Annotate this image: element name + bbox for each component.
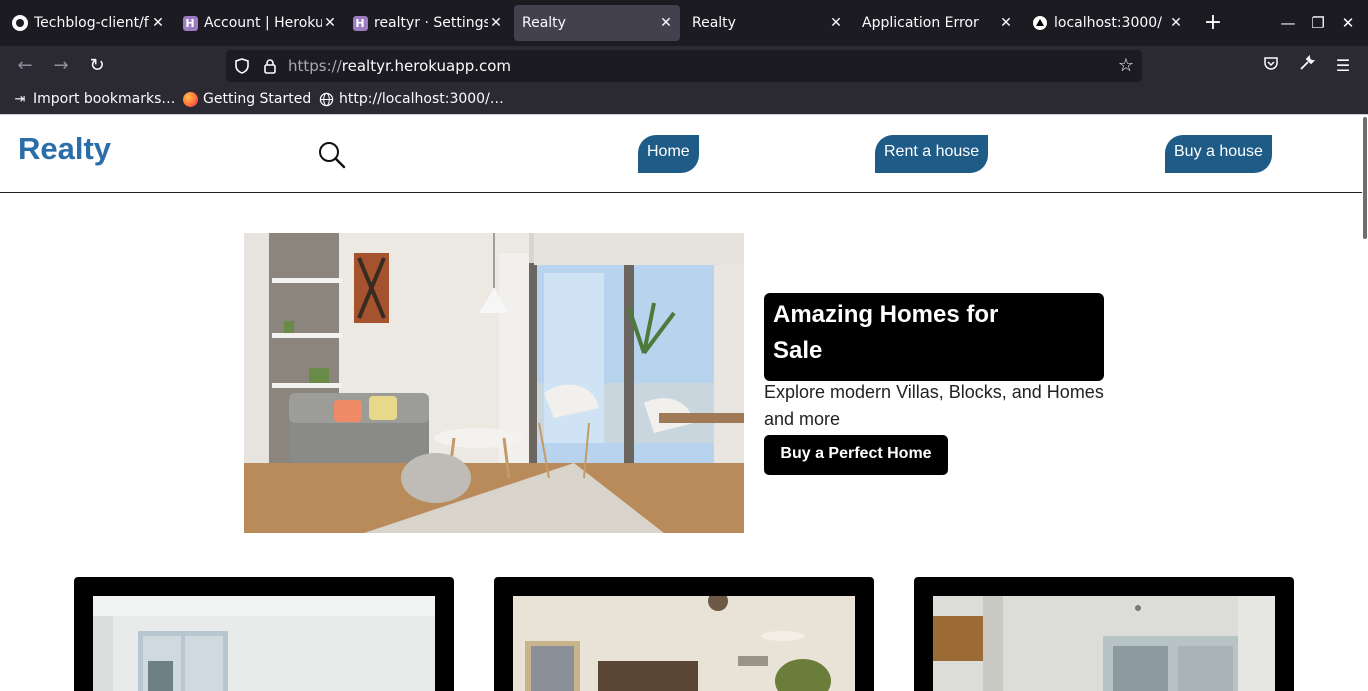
nav-home[interactable]: Home xyxy=(638,135,699,173)
hamburger-menu-icon[interactable]: ☰ xyxy=(1330,53,1356,79)
tab-heroku-settings[interactable]: H realtyr · Settings ✕ xyxy=(344,5,510,41)
hero-title: Amazing Homes for Sale xyxy=(764,293,1104,381)
wrench-icon[interactable] xyxy=(1294,53,1320,79)
bookmark-label: Import bookmarks… xyxy=(33,91,176,107)
close-window-icon[interactable]: ✕ xyxy=(1335,10,1361,36)
nav-rent-a-house[interactable]: Rent a house xyxy=(875,135,989,173)
url-bar[interactable]: https://realtyr.herokuapp.com ☆ xyxy=(226,50,1142,82)
bookmarks-toolbar: ⇥ Import bookmarks… Getting Started http… xyxy=(0,86,1368,114)
tab-title: realtyr · Settings xyxy=(374,15,488,31)
scrollbar-thumb[interactable] xyxy=(1363,117,1367,239)
pocket-icon[interactable] xyxy=(1258,53,1284,79)
tab-localhost[interactable]: localhost:3000/ ✕ xyxy=(1024,5,1190,41)
property-photo xyxy=(513,596,855,691)
close-tab-icon[interactable]: ✕ xyxy=(998,15,1014,31)
import-icon: ⇥ xyxy=(14,91,26,107)
close-tab-icon[interactable]: ✕ xyxy=(828,15,844,31)
tab-heroku-account[interactable]: H Account | Heroku ✕ xyxy=(174,5,344,41)
tab-realty-active[interactable]: Realty ✕ xyxy=(514,5,680,41)
tab-title: Techblog-client/f xyxy=(34,15,149,31)
hero-subtitle: Explore modern Villas, Blocks, and Homes… xyxy=(764,382,1104,429)
bookmark-star-icon[interactable]: ☆ xyxy=(1118,55,1134,76)
restore-icon[interactable]: ❐ xyxy=(1305,10,1331,36)
tab-title: Application Error xyxy=(862,15,979,31)
back-arrow-icon[interactable]: ← xyxy=(12,53,38,79)
close-tab-icon[interactable]: ✕ xyxy=(658,15,674,31)
close-tab-icon[interactable]: ✕ xyxy=(322,15,338,31)
new-tab-icon[interactable]: + xyxy=(1200,10,1226,36)
tab-strip: Techblog-client/f ✕ H Account | Heroku ✕… xyxy=(0,0,1368,46)
hero-title-line1: Amazing Homes for xyxy=(773,301,999,328)
nav-buy-a-house[interactable]: Buy a house xyxy=(1165,135,1272,173)
bookmark-label: http://localhost:3000/… xyxy=(339,91,504,107)
hero-living-room-image xyxy=(244,233,744,533)
heroku-icon: H xyxy=(352,15,368,31)
heroku-icon: H xyxy=(182,15,198,31)
forward-arrow-icon[interactable]: → xyxy=(48,53,74,79)
property-card[interactable] xyxy=(914,577,1294,691)
buy-perfect-home-button[interactable]: Buy a Perfect Home xyxy=(764,435,948,475)
reload-icon[interactable]: ↻ xyxy=(84,53,110,79)
firefox-icon xyxy=(182,91,198,107)
lock-icon[interactable] xyxy=(263,58,277,74)
tab-realty[interactable]: Realty ✕ xyxy=(684,5,850,41)
close-tab-icon[interactable]: ✕ xyxy=(1168,15,1184,31)
tab-title: Account | Heroku xyxy=(204,15,322,31)
navigation-toolbar: ← → ↻ https://realtyr.herokuapp.com ☆ ☰ xyxy=(0,46,1368,86)
minimize-icon[interactable]: — xyxy=(1275,10,1301,36)
tab-title: Realty xyxy=(692,15,736,31)
tab-techblog[interactable]: Techblog-client/f ✕ xyxy=(4,5,172,41)
github-icon xyxy=(12,15,28,31)
property-card[interactable] xyxy=(74,577,454,691)
property-card[interactable] xyxy=(494,577,874,691)
tab-title: localhost:3000/ xyxy=(1054,15,1162,31)
page-scrollbar[interactable] xyxy=(1362,115,1368,691)
search-icon[interactable] xyxy=(318,141,346,169)
page-viewport: Realty Home Rent a house Buy a house Ama… xyxy=(0,114,1368,691)
tab-title: Realty xyxy=(522,15,566,31)
vercel-triangle-icon xyxy=(1032,15,1048,31)
close-tab-icon[interactable]: ✕ xyxy=(150,15,166,31)
bookmark-localhost[interactable]: http://localhost:3000/… xyxy=(318,91,504,107)
tab-application-error[interactable]: Application Error ✕ xyxy=(854,5,1020,41)
property-photo xyxy=(93,596,435,691)
close-tab-icon[interactable]: ✕ xyxy=(488,15,504,31)
property-photo xyxy=(933,596,1275,691)
url-text: https://realtyr.herokuapp.com xyxy=(288,57,512,75)
brand-logo[interactable]: Realty xyxy=(18,131,111,167)
bookmark-getting-started[interactable]: Getting Started xyxy=(182,91,311,107)
shield-icon[interactable] xyxy=(235,58,249,74)
bookmark-label: Getting Started xyxy=(203,91,312,107)
hero-title-line2: Sale xyxy=(773,337,823,364)
site-header: Realty Home Rent a house Buy a house xyxy=(0,115,1362,193)
globe-icon xyxy=(318,91,334,107)
bookmark-import[interactable]: ⇥ Import bookmarks… xyxy=(12,91,176,107)
